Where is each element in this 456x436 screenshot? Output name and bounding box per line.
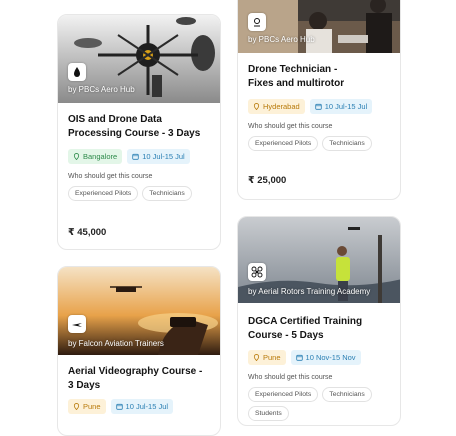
course-card-dgca-certified[interactable]: by Aerial Rotors Training Academy DGCA C… xyxy=(237,216,401,426)
location-label: Pune xyxy=(263,353,281,362)
audience-label: Who should get this course xyxy=(248,123,333,130)
map-pin-icon xyxy=(253,354,260,361)
date-label: 10 Jul-15 Jul xyxy=(125,402,169,411)
course-title-line: Processing Course - 3 Days xyxy=(68,128,201,139)
course-card-drone-technician[interactable]: by PBCs Aero Hub Drone Technician - Fixe… xyxy=(237,0,401,200)
calendar-icon xyxy=(132,153,139,160)
course-thumbnail: by PBCs Aero Hub xyxy=(238,0,400,53)
course-title[interactable]: DGCA Certified Training Course - 5 Days xyxy=(248,315,390,343)
course-title[interactable]: Drone Technician - Fixes and multirotor xyxy=(248,63,390,91)
map-pin-icon xyxy=(73,403,80,410)
course-thumbnail: by Falcon Aviation Trainers xyxy=(58,267,220,355)
course-title-line: OIS and Drone Data xyxy=(68,114,162,125)
calendar-icon xyxy=(115,403,123,410)
provider-logo xyxy=(68,315,86,333)
audience-tag: Technicians xyxy=(142,186,192,201)
course-price: ₹ 25,000 xyxy=(248,175,287,186)
location-label: Bangalore xyxy=(83,152,118,161)
date-chip: 10 Jul-15 Jul xyxy=(309,99,373,114)
audience-label: Who should get this course xyxy=(68,173,153,180)
course-thumbnail: by Aerial Rotors Training Academy xyxy=(238,217,400,303)
course-thumbnail: by PBCs Aero Hub xyxy=(58,15,220,103)
date-chip: 10 Jul-15 Jul xyxy=(127,149,190,164)
provider-logo xyxy=(248,263,266,281)
course-title-line: Aerial Videography Course - xyxy=(68,366,203,377)
date-chip: 10 Nov-15 Nov xyxy=(290,350,361,365)
course-price: ₹ 45,000 xyxy=(68,227,107,238)
location-chip: Pune xyxy=(248,350,286,365)
provider-logo xyxy=(248,13,266,31)
course-title-line: DGCA Certified Training xyxy=(248,316,363,327)
audience-tag: Technicians xyxy=(322,387,372,402)
provider-name: by Aerial Rotors Training Academy xyxy=(248,287,371,296)
audience-tag: Technicians xyxy=(322,136,372,151)
course-title-line: Course - 5 Days xyxy=(248,330,324,341)
location-chip: Hyderabad xyxy=(248,99,305,114)
audience-label: Who should get this course xyxy=(248,374,333,381)
course-title-line: Fixes and multirotor xyxy=(248,78,345,89)
provider-logo xyxy=(68,63,86,81)
provider-name: by PBCs Aero Hub xyxy=(248,35,315,44)
date-label: 10 Jul-15 Jul xyxy=(142,152,185,161)
calendar-icon xyxy=(315,103,322,110)
course-title-line: 3 Days xyxy=(68,380,101,391)
course-title[interactable]: Aerial Videography Course - 3 Days xyxy=(68,365,210,393)
course-card-ois-drone-data[interactable]: by PBCs Aero Hub OIS and Drone Data Proc… xyxy=(57,14,221,250)
audience-tag: Experienced Pilots xyxy=(248,136,319,151)
audience-tag: Experienced Pilots xyxy=(248,387,319,402)
course-title-line: Drone Technician - xyxy=(248,64,338,75)
course-title[interactable]: OIS and Drone Data Processing Course - 3… xyxy=(68,113,210,141)
audience-tag: Students xyxy=(248,406,289,421)
date-label: 10 Jul-15 Jul xyxy=(324,102,368,111)
provider-name: by Falcon Aviation Trainers xyxy=(68,339,164,348)
map-pin-icon xyxy=(73,153,80,160)
location-label: Pune xyxy=(83,402,101,411)
calendar-icon xyxy=(295,354,303,361)
date-label: 10 Nov-15 Nov xyxy=(305,353,356,362)
map-pin-icon xyxy=(253,103,260,110)
course-card-aerial-videography[interactable]: by Falcon Aviation Trainers Aerial Video… xyxy=(57,266,221,436)
provider-name: by PBCs Aero Hub xyxy=(68,85,135,94)
location-label: Hyderabad xyxy=(263,102,300,111)
audience-tag: Experienced Pilots xyxy=(68,186,139,201)
location-chip: Bangalore xyxy=(68,149,123,164)
